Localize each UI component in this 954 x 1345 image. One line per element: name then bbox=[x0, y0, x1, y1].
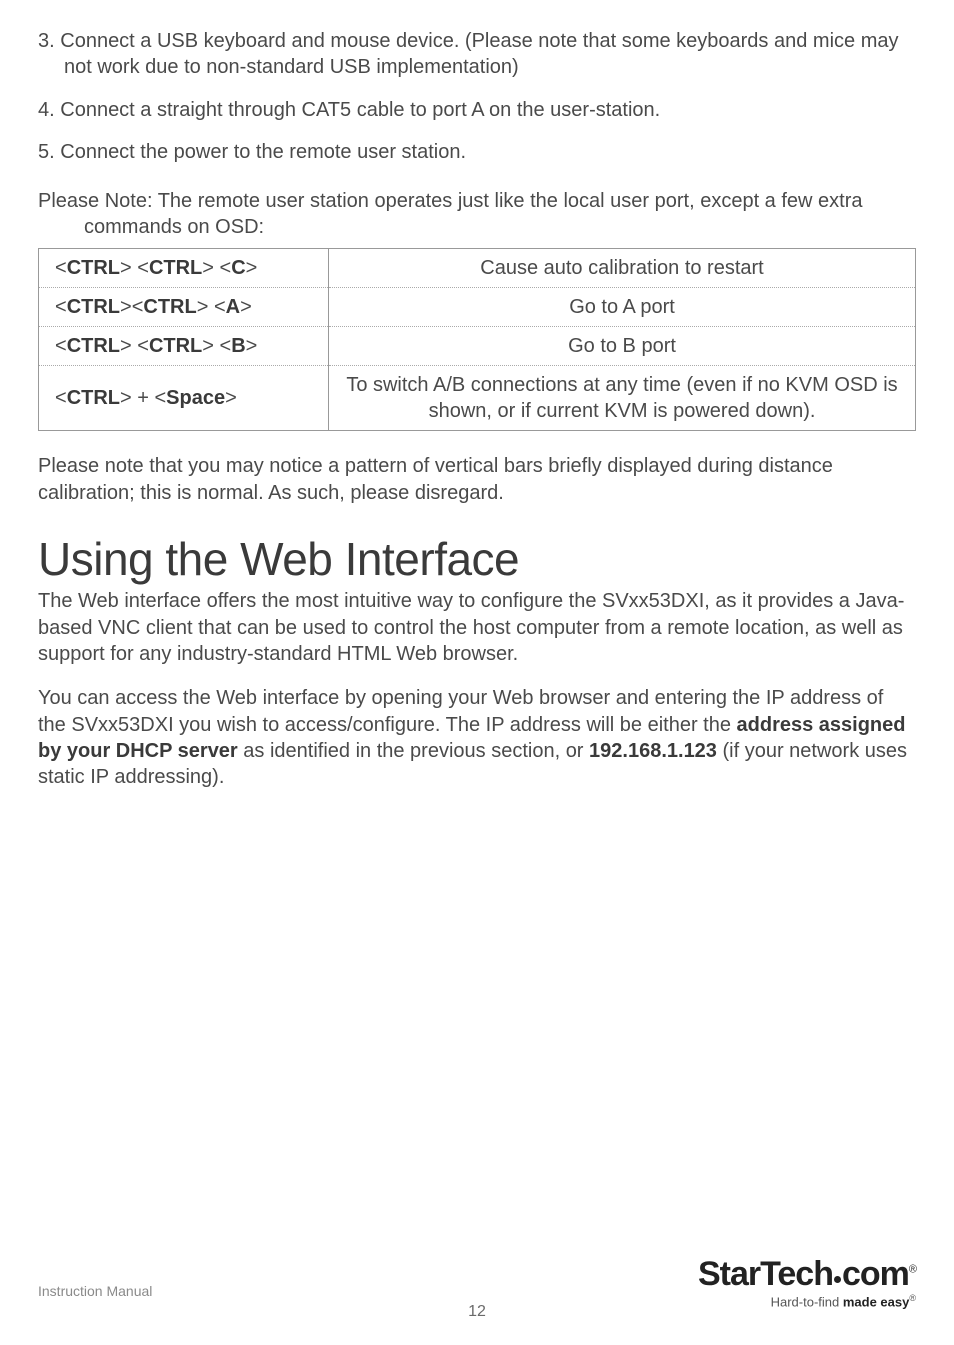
section-heading: Using the Web Interface bbox=[38, 532, 916, 586]
list-number: 4. bbox=[38, 99, 55, 121]
logo-dot-icon bbox=[834, 1276, 841, 1283]
list-text: Connect the power to the remote user sta… bbox=[60, 141, 466, 163]
list-number: 5. bbox=[38, 141, 55, 163]
note-text: Please Note: The remote user station ope… bbox=[38, 188, 916, 241]
desc-cell: Cause auto calibration to restart bbox=[329, 249, 916, 288]
list-item: 4. Connect a straight through CAT5 cable… bbox=[38, 97, 916, 123]
logo-tagline: Hard-to-find made easy® bbox=[698, 1293, 916, 1309]
list-item: 5. Connect the power to the remote user … bbox=[38, 139, 916, 165]
brand-logo: StarTechcom® Hard-to-find made easy® bbox=[698, 1257, 916, 1309]
key-cell: <CTRL> <CTRL> <C> bbox=[39, 249, 329, 288]
list-number: 3. bbox=[38, 30, 55, 52]
key-cell: <CTRL><CTRL> <A> bbox=[39, 288, 329, 327]
key-cell: <CTRL> <CTRL> <B> bbox=[39, 327, 329, 366]
body-text: Please note that you may notice a patter… bbox=[38, 453, 916, 506]
key-cell: <CTRL> + <Space> bbox=[39, 366, 329, 431]
body-text: The Web interface offers the most intuit… bbox=[38, 588, 916, 667]
list-item: 3. Connect a USB keyboard and mouse devi… bbox=[38, 28, 916, 81]
page-number: 12 bbox=[468, 1303, 486, 1321]
body-text: You can access the Web interface by open… bbox=[38, 685, 916, 791]
list-text: Connect a straight through CAT5 cable to… bbox=[60, 99, 660, 121]
footer-label: Instruction Manual bbox=[38, 1283, 152, 1299]
commands-table: <CTRL> <CTRL> <C> Cause auto calibration… bbox=[38, 248, 916, 431]
desc-cell: Go to A port bbox=[329, 288, 916, 327]
numbered-list: 3. Connect a USB keyboard and mouse devi… bbox=[38, 28, 916, 166]
desc-cell: To switch A/B connections at any time (e… bbox=[329, 366, 916, 431]
table-row: <CTRL> <CTRL> <C> Cause auto calibration… bbox=[39, 249, 916, 288]
list-text: Connect a USB keyboard and mouse device.… bbox=[60, 30, 898, 78]
logo-text: StarTechcom® bbox=[698, 1257, 916, 1291]
table-row: <CTRL> <CTRL> <B> Go to B port bbox=[39, 327, 916, 366]
desc-cell: Go to B port bbox=[329, 327, 916, 366]
table-row: <CTRL> + <Space> To switch A/B connectio… bbox=[39, 366, 916, 431]
table-row: <CTRL><CTRL> <A> Go to A port bbox=[39, 288, 916, 327]
